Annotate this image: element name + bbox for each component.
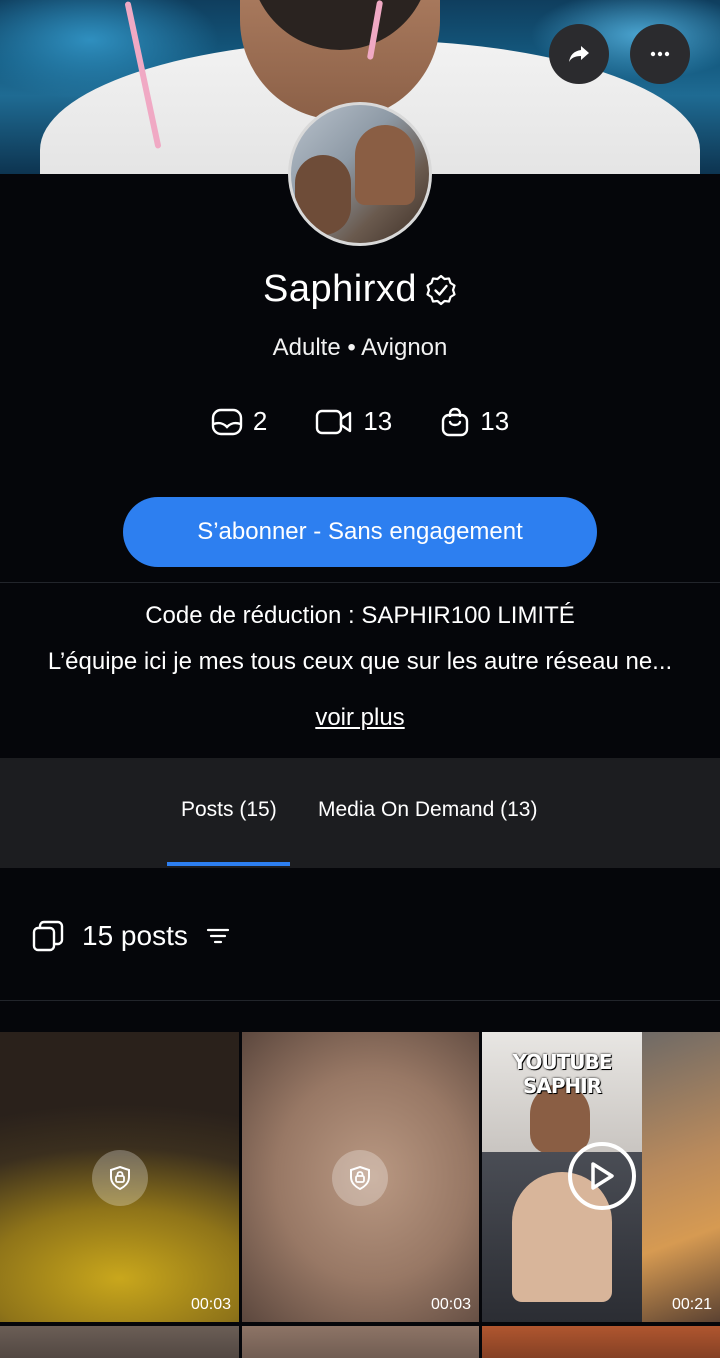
grid-item[interactable] [482, 1326, 720, 1358]
more-options-button[interactable] [630, 24, 690, 84]
tabs-bar: Posts (15) Media On Demand (13) [0, 758, 720, 868]
profile-subtitle: Adulte • Avignon [272, 334, 448, 361]
lock-icon [110, 1166, 130, 1190]
grid-item[interactable] [0, 1326, 239, 1358]
filter-icon[interactable] [206, 927, 230, 945]
stat-videos: 13 [315, 406, 392, 437]
posts-grid: 00:03 00:03 YOUTUBE SAPHIR 00:21 [0, 1032, 720, 1358]
tab-media-on-demand[interactable]: Media On Demand (13) [318, 798, 537, 822]
shopping-bag-icon [442, 407, 469, 436]
grid-item[interactable]: 00:03 [0, 1032, 239, 1322]
duration-label: 00:03 [430, 1296, 471, 1313]
tab-posts[interactable]: Posts (15) [181, 798, 277, 822]
profile-stats: 2 13 13 [0, 406, 720, 437]
stacked-posts-icon [32, 920, 64, 952]
subscribe-button[interactable]: S’abonner - Sans engagement [123, 497, 597, 567]
profile-name: Saphirxd [263, 268, 417, 310]
stat-posts-value: 2 [252, 406, 268, 436]
locked-badge [92, 1150, 148, 1206]
bio-line-1: Code de réduction : SAPHIR100 LIMITÉ [145, 602, 575, 629]
stat-videos-value: 13 [363, 406, 393, 436]
grid-item[interactable]: 00:03 [242, 1032, 479, 1322]
divider [0, 582, 720, 583]
duration-label: 00:03 [190, 1296, 231, 1313]
posts-count: 15 posts [82, 920, 188, 951]
locked-badge [332, 1150, 388, 1206]
video-icon [316, 409, 352, 434]
posts-header: 15 posts [32, 920, 230, 952]
posts-icon [211, 408, 243, 435]
share-button[interactable] [549, 24, 609, 84]
grid-item[interactable] [242, 1326, 479, 1358]
active-tab-indicator [167, 862, 290, 866]
stat-posts: 2 [211, 406, 267, 437]
play-button[interactable] [568, 1142, 636, 1210]
profile-name-row: Saphirxd [0, 268, 720, 311]
divider [0, 1000, 720, 1001]
more-dots-icon [650, 51, 670, 57]
stat-products: 13 [440, 406, 509, 437]
avatar[interactable] [288, 102, 432, 246]
play-icon [591, 1162, 614, 1190]
see-more-link[interactable]: voir plus [0, 704, 720, 732]
lock-icon [350, 1166, 370, 1190]
bio-line-2: L’équipe ici je mes tous ceux que sur le… [47, 648, 673, 675]
stat-products-value: 13 [480, 406, 510, 436]
duration-label: 00:21 [671, 1296, 712, 1313]
verified-badge-icon [426, 274, 456, 305]
video-banner-text: YOUTUBE SAPHIR [512, 1050, 613, 1098]
share-arrow-icon [569, 46, 589, 62]
grid-item[interactable]: YOUTUBE SAPHIR 00:21 [482, 1032, 720, 1322]
